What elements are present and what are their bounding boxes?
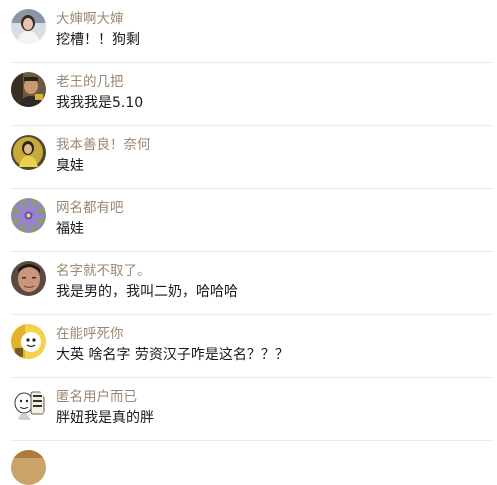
man-face-avatar[interactable] [11, 261, 46, 296]
username[interactable]: 在能呼死你 [56, 326, 124, 343]
comment-item: 大婶啊大婶 挖槽！！狗剩 [0, 0, 497, 63]
comment-text: 胖妞我是真的胖 [56, 410, 154, 426]
username[interactable]: 大婶啊大婶 [56, 11, 124, 28]
comment-text: 我我我是5.10 [56, 95, 144, 111]
comment-item: 我本善良！奈何 臭娃 [0, 126, 497, 189]
comment-item: 匿名用户而已 胖妞我是真的胖 [0, 378, 497, 441]
man-portrait-avatar[interactable] [11, 72, 46, 107]
woman-white-top-avatar[interactable] [11, 9, 46, 44]
comment-item: 名字就不取了。 我是男的，我叫二奶，哈哈哈 [0, 252, 497, 315]
comment-text: 福娃 [56, 221, 84, 237]
comment-item: 老王的几把 我我我是5.10 [0, 63, 497, 126]
username[interactable]: 我本善良！奈何 [56, 137, 151, 154]
comment-text: 臭娃 [56, 158, 84, 174]
partial-avatar[interactable] [11, 450, 46, 485]
username[interactable]: 匿名用户而已 [56, 389, 137, 406]
username[interactable]: 名字就不取了。 [56, 263, 151, 280]
comment-text: 大英 啥名字 劳资汉子咋是这名？？？ [56, 347, 289, 363]
username[interactable]: 老王的几把 [56, 74, 124, 91]
comment-item: 在能呼死你 大英 啥名字 劳资汉子咋是这名？？？ [0, 315, 497, 378]
comment-item-partial [0, 441, 497, 485]
cartoon-yellow-avatar[interactable] [11, 324, 46, 359]
comment-text: 挖槽！！狗剩 [56, 32, 140, 48]
sticker-face-avatar[interactable] [11, 387, 46, 422]
comment-item: 网名都有吧 福娃 [0, 189, 497, 252]
purple-flower-avatar[interactable] [11, 198, 46, 233]
comment-text: 我是男的，我叫二奶，哈哈哈 [56, 284, 238, 300]
username[interactable]: 网名都有吧 [56, 200, 124, 217]
comment-list: 大婶啊大婶 挖槽！！狗剩 老王的几把 我我我是5.10 我本善良！奈何 臭娃 网… [0, 0, 497, 485]
yellow-figure-avatar[interactable] [11, 135, 46, 170]
